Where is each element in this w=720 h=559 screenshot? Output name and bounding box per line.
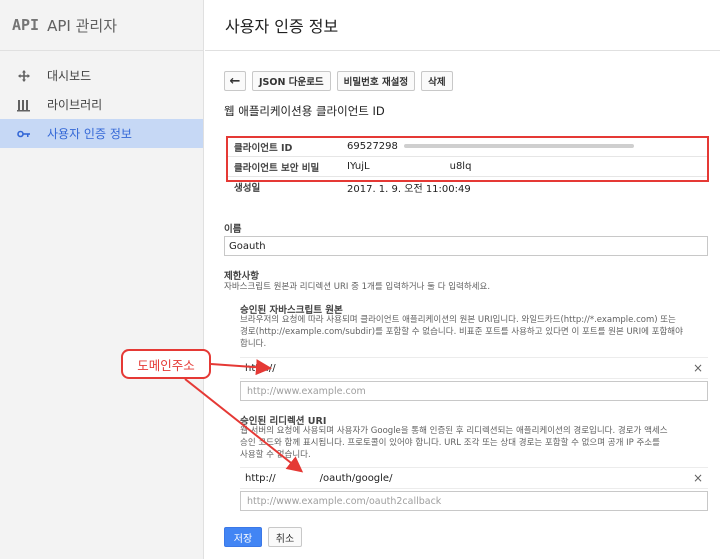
reset-secret-button[interactable]: 비밀번호 재설정 — [336, 71, 416, 91]
section-title: 웹 애플리케이션용 클라이언트 ID — [224, 104, 385, 118]
created-value: 2017. 1. 9. 오전 11:00:49 — [347, 183, 471, 195]
client-id-label: 클라이언트 ID — [234, 142, 293, 154]
key-icon — [17, 127, 31, 141]
sidebar-nav: 대시보드 라이브러리 사용자 인증 정보 — [0, 51, 203, 148]
restrictions-desc: 자바스크립트 원본과 리디렉션 URI 중 1개를 입력하거나 둘 다 입력하세… — [224, 282, 491, 292]
domain-callout: 도메인주소 — [121, 349, 211, 379]
restrictions-title: 제한사항 — [224, 271, 259, 282]
save-button[interactable]: 저장 — [224, 527, 262, 547]
origin-uri-row: http:// × — [240, 357, 708, 379]
created-label: 생성일 — [234, 183, 261, 194]
credentials-table: 클라이언트 ID 69527298 클라이언트 보안 비밀 IYujL u8lq … — [227, 137, 707, 197]
page-title: 사용자 인증 정보 — [225, 17, 339, 36]
client-secret-row: 클라이언트 보안 비밀 IYujL u8lq — [227, 157, 707, 177]
api-logo: API — [12, 16, 40, 34]
redirect-uri-value[interactable]: http:///oauth/google/ — [240, 473, 688, 484]
remove-origin-button[interactable]: × — [688, 361, 708, 375]
redirects-help-3: 사용할 수 없습니다. — [240, 450, 311, 460]
name-label: 이름 — [224, 224, 242, 235]
client-secret-value[interactable]: IYujL u8lq — [347, 161, 471, 172]
redirects-help-2: 승인 코드와 함께 표시됩니다. 프로토콜이 있어야 합니다. URL 조각 또… — [240, 438, 660, 448]
cancel-button[interactable]: 취소 — [268, 527, 302, 547]
name-input[interactable]: Goauth — [224, 236, 708, 256]
origins-help-2: 경로(http://example.com/subdir)를 포함할 수 없습니… — [240, 327, 683, 337]
api-manager-window: API API 관리자 대시보드 라이브러리 사용자 인증 정보 사용자 인증 … — [0, 0, 720, 559]
delete-button[interactable]: 삭제 — [421, 71, 453, 91]
page-header: 사용자 인증 정보 — [205, 0, 720, 51]
redirect-uri-input[interactable]: http://www.example.com/oauth2callback — [240, 491, 708, 511]
sidebar-item-label: 사용자 인증 정보 — [47, 127, 132, 141]
origin-uri-input[interactable]: http://www.example.com — [240, 381, 708, 401]
diamond-move-icon — [17, 69, 31, 83]
sidebar-item-credentials[interactable]: 사용자 인증 정보 — [0, 119, 203, 148]
json-download-button[interactable]: JSON 다운로드 — [252, 71, 331, 91]
sidebar-item-label: 대시보드 — [47, 69, 92, 83]
brand-header: API API 관리자 — [0, 0, 203, 51]
client-secret-label: 클라이언트 보안 비밀 — [234, 162, 320, 174]
origin-uri-value[interactable]: http:// — [240, 363, 688, 374]
created-row: 생성일 2017. 1. 9. 오전 11:00:49 — [227, 177, 707, 197]
redirects-help-1: 웹 서버의 요청에 사용되며 사용자가 Google을 통해 인증된 후 리디렉… — [240, 426, 668, 436]
origins-help-3: 합니다. — [240, 339, 267, 349]
library-icon — [17, 98, 31, 112]
back-button[interactable]: ← — [224, 71, 246, 91]
redirect-uri-row: http:///oauth/google/ × — [240, 467, 708, 489]
sidebar-item-library[interactable]: 라이브러리 — [0, 90, 203, 119]
client-id-value[interactable]: 69527298 — [347, 141, 634, 152]
client-id-row: 클라이언트 ID 69527298 — [227, 137, 707, 157]
toolbar: ← JSON 다운로드 비밀번호 재설정 삭제 — [224, 71, 453, 91]
origins-help-1: 브라우저의 요청에 따라 사용되며 클라이언트 애플리케이션의 원본 URI입니… — [240, 315, 676, 325]
sidebar: API API 관리자 대시보드 라이브러리 사용자 인증 정보 — [0, 0, 204, 559]
app-title: API 관리자 — [47, 16, 117, 35]
sidebar-item-dashboard[interactable]: 대시보드 — [0, 61, 203, 90]
main-content: 사용자 인증 정보 ← JSON 다운로드 비밀번호 재설정 삭제 웹 애플리케… — [205, 0, 720, 559]
sidebar-item-label: 라이브러리 — [47, 98, 103, 112]
remove-redirect-button[interactable]: × — [688, 471, 708, 485]
